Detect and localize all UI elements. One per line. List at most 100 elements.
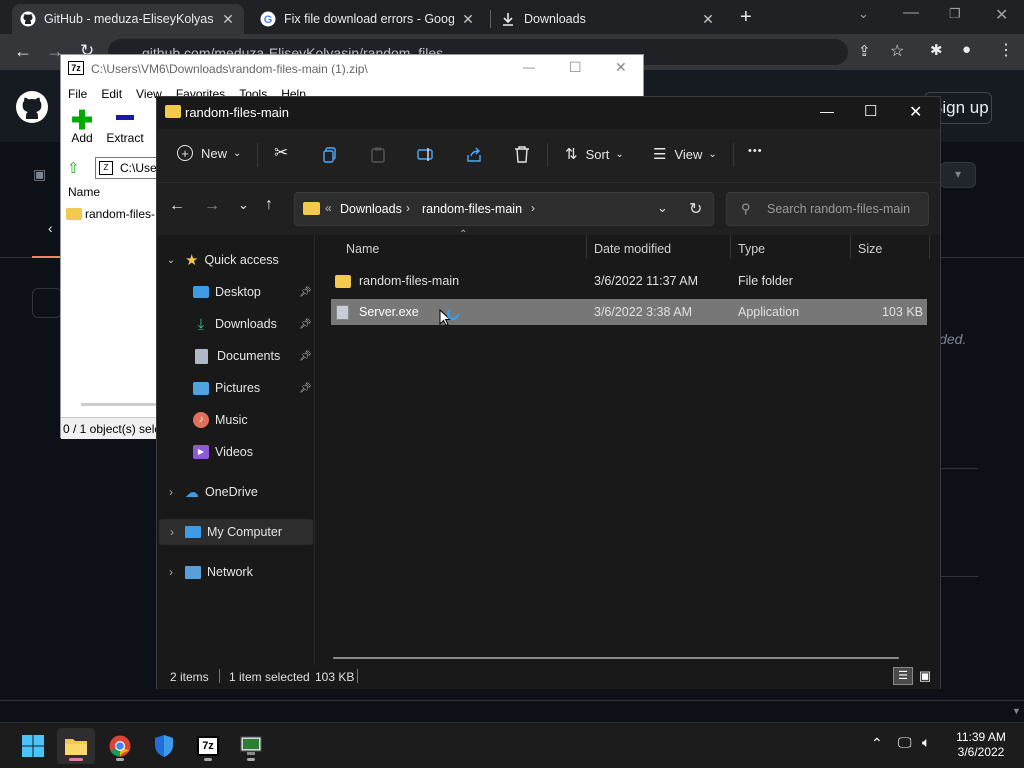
column-header-name[interactable]: Name (346, 242, 379, 256)
nav-documents[interactable]: Documents 📌︎ (157, 343, 313, 369)
pin-icon[interactable]: 📌︎ (299, 351, 312, 362)
file-row-server-exe[interactable]: Server.exe 3/6/2022 3:38 AM Application … (331, 299, 927, 325)
refresh-icon[interactable]: ↻ (689, 199, 702, 219)
list-item[interactable]: random-files- (66, 207, 155, 221)
scroll-down-icon[interactable]: ▼ (1012, 706, 1021, 716)
more-options-icon[interactable]: ••• (748, 145, 763, 157)
menu-edit[interactable]: Edit (101, 87, 122, 103)
column-divider[interactable] (929, 235, 930, 259)
copy-icon[interactable] (323, 147, 337, 163)
chevron-right-icon[interactable]: › (531, 201, 535, 215)
minimize-icon[interactable]: — (903, 4, 919, 22)
close-icon[interactable]: ✕ (700, 11, 716, 28)
pin-icon[interactable]: 📌︎ (299, 287, 312, 298)
nav-label: Videos (215, 445, 253, 459)
paste-icon[interactable] (371, 147, 385, 163)
status-text: 0 / 1 object(s) sele (63, 422, 162, 436)
music-icon: ♪ (193, 412, 209, 428)
maximize-icon[interactable]: ☐ (569, 59, 582, 76)
column-header-type[interactable]: Type (738, 242, 765, 256)
cut-icon[interactable]: ✂ (274, 143, 288, 163)
scrollbar[interactable] (81, 403, 159, 406)
pin-icon[interactable]: 📌︎ (299, 383, 312, 394)
horizontal-scrollbar[interactable] (333, 657, 899, 659)
up-folder-icon[interactable]: ⇧ (67, 159, 80, 177)
branch-button[interactable] (32, 288, 62, 318)
chevron-down-icon[interactable]: ⌄ (657, 200, 668, 216)
column-divider[interactable] (850, 235, 851, 259)
delete-icon[interactable] (514, 146, 530, 163)
rename-icon[interactable] (417, 147, 435, 162)
nav-pictures[interactable]: Pictures 📌︎ (157, 375, 313, 401)
restore-icon[interactable]: ❐ (949, 6, 961, 22)
nav-desktop[interactable]: Desktop 📌︎ (157, 279, 313, 305)
tiles-view-icon[interactable]: ▣ (915, 667, 935, 685)
taskbar-file-explorer[interactable] (57, 728, 95, 764)
breadcrumb-overflow[interactable]: « (325, 201, 332, 215)
column-divider[interactable] (730, 235, 731, 259)
nav-music[interactable]: ♪ Music (157, 407, 313, 433)
system-clock[interactable]: 11:39 AM 3/6/2022 (950, 730, 1012, 760)
chevron-up-icon[interactable]: ⌃ (871, 735, 883, 752)
close-icon[interactable]: ✕ (615, 59, 627, 76)
start-button[interactable] (14, 728, 52, 764)
chevron-right-icon[interactable]: › (406, 201, 410, 215)
menu-file[interactable]: File (68, 87, 87, 103)
taskbar-defender[interactable] (145, 728, 183, 764)
extensions-icon[interactable]: ✱ (930, 41, 943, 59)
tab-github[interactable]: GitHub - meduza-EliseyKolyasin/ ✕ (12, 4, 244, 34)
tab-google[interactable]: G Fix file download errors - Google ✕ (252, 4, 484, 34)
back-icon[interactable]: ← (169, 197, 185, 215)
breadcrumb-downloads[interactable]: Downloads (340, 202, 402, 216)
dropdown-button[interactable]: ▾ (940, 162, 976, 188)
tab-downloads[interactable]: Downloads ✕ (492, 4, 724, 34)
taskbar-chrome[interactable] (101, 728, 139, 764)
bookmark-star-icon[interactable]: ☆ (890, 41, 904, 61)
extract-button[interactable]: Extract (105, 109, 145, 145)
minimize-icon[interactable]: — (523, 60, 535, 74)
share-icon[interactable] (466, 146, 483, 163)
nav-downloads[interactable]: ⤓ Downloads 📌︎ (157, 311, 313, 337)
view-button[interactable]: ☰ View ⌄ (653, 145, 717, 163)
file-row-folder[interactable]: random-files-main 3/6/2022 11:37 AM File… (331, 268, 927, 294)
up-icon[interactable]: ↑ (265, 196, 273, 214)
new-tab-icon[interactable]: + (740, 6, 752, 29)
7zip-statusbar: 0 / 1 object(s) sele (61, 417, 171, 439)
nav-videos[interactable]: ▶ Videos (157, 439, 313, 465)
close-icon[interactable]: ✕ (909, 102, 922, 122)
github-logo-icon[interactable] (16, 91, 48, 123)
minimize-icon[interactable]: — (820, 103, 834, 119)
recent-locations-icon[interactable]: ⌄ (238, 197, 249, 213)
network-monitor-icon[interactable]: 🖵︎ (898, 734, 912, 751)
sort-button[interactable]: ⇅ Sort ⌄ (565, 145, 624, 163)
computer-icon (185, 526, 201, 538)
address-bar[interactable]: « Downloads › random-files-main › ⌄ ↻ (294, 192, 714, 226)
column-divider[interactable] (586, 235, 587, 259)
close-icon[interactable]: ✕ (995, 5, 1008, 25)
profile-icon[interactable]: ● (962, 41, 971, 58)
add-button[interactable]: ✚ Add (67, 107, 97, 145)
new-button[interactable]: + New ⌄ (177, 145, 241, 161)
nav-quick-access[interactable]: ⌄ ★ Quick access (157, 247, 313, 273)
column-name[interactable]: Name (68, 185, 100, 199)
forward-icon[interactable]: → (204, 197, 220, 215)
volume-icon[interactable]: 🔈︎ (922, 734, 930, 751)
column-header-size[interactable]: Size (858, 242, 882, 256)
taskbar-7zip[interactable]: 7z (189, 728, 227, 764)
nav-my-computer[interactable]: › My Computer (159, 519, 313, 545)
taskbar-app[interactable] (232, 728, 270, 764)
close-icon[interactable]: ✕ (460, 11, 476, 28)
back-icon[interactable]: ← (14, 41, 32, 62)
nav-network[interactable]: › Network (157, 559, 313, 585)
search-input[interactable]: ⚲ Search random-files-main (726, 192, 929, 226)
details-view-icon[interactable]: ☰ (893, 667, 913, 685)
maximize-icon[interactable]: ☐ (864, 102, 877, 120)
close-icon[interactable]: ✕ (220, 11, 236, 28)
breadcrumb-current[interactable]: random-files-main (422, 202, 522, 216)
column-header-date[interactable]: Date modified (594, 242, 671, 256)
menu-icon[interactable]: ⋮ (998, 40, 1014, 60)
share-icon[interactable]: ⇪ (858, 42, 871, 60)
pin-icon[interactable]: 📌︎ (299, 319, 312, 330)
nav-onedrive[interactable]: › ☁ OneDrive (157, 479, 313, 505)
tab-search-icon[interactable]: ⌄ (858, 6, 869, 22)
